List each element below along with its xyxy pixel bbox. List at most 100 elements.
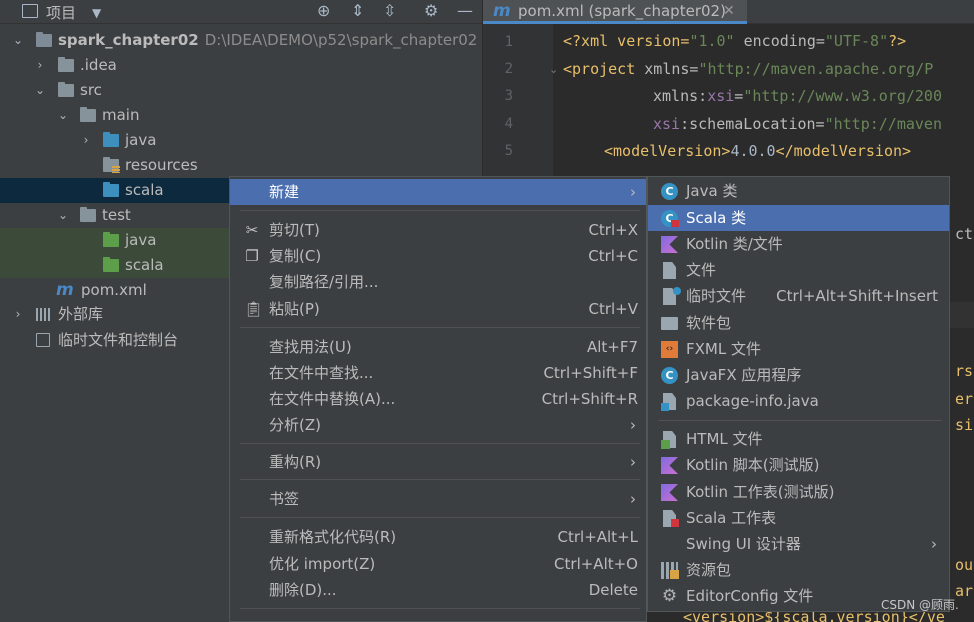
chevron-right-icon[interactable]: › bbox=[11, 302, 25, 327]
menu-item-delete[interactable]: 删除(D)... Delete bbox=[230, 577, 646, 603]
source-folder-icon bbox=[103, 182, 119, 197]
submenu-item-javafx[interactable]: C JavaFX 应用程序 bbox=[648, 362, 949, 388]
tree-item-label: java bbox=[125, 131, 157, 149]
project-view-icon[interactable] bbox=[22, 4, 38, 18]
code-line-4: xsi:schemaLocation="http://maven bbox=[653, 115, 942, 133]
menu-separator bbox=[240, 517, 640, 518]
view-dropdown-icon[interactable]: ▼ bbox=[92, 3, 101, 23]
submenu-item-java-class[interactable]: C Java 类 bbox=[648, 178, 949, 204]
menu-item-replace-in-files[interactable]: 在文件中替换(A)... Ctrl+Shift+R bbox=[230, 386, 646, 412]
menu-item-cut[interactable]: ✂ 剪切(T) Ctrl+X bbox=[230, 217, 646, 243]
maven-icon: m bbox=[493, 1, 511, 21]
tree-item-label: resources bbox=[125, 156, 198, 174]
locate-icon[interactable]: ⊕ bbox=[317, 1, 330, 21]
tree-item-idea[interactable]: › .idea bbox=[0, 53, 482, 78]
submenu-item-resource-bundle[interactable]: 资源包 bbox=[648, 557, 949, 583]
tree-item-project-root[interactable]: ⌄ spark_chapter02 D:\IDEA\DEMO\p52\spark_… bbox=[0, 28, 482, 53]
submenu-item-kotlin-class[interactable]: Kotlin 类/文件 bbox=[648, 231, 949, 257]
tree-item-label: .idea bbox=[80, 56, 117, 74]
project-title[interactable]: 项目 bbox=[46, 2, 76, 23]
menu-item-find-usages[interactable]: 查找用法(U) Alt+F7 bbox=[230, 334, 646, 360]
file-icon bbox=[663, 262, 676, 279]
collapse-all-icon[interactable]: ⇳ bbox=[383, 1, 396, 21]
clipboard-icon: 📋︎ bbox=[244, 300, 264, 318]
gear-icon: ⚙ bbox=[661, 586, 678, 606]
java-class-icon: C bbox=[661, 183, 678, 200]
library-icon bbox=[36, 308, 52, 321]
editor-tab-bar: m pom.xml (spark_chapter02) ✕ bbox=[483, 0, 974, 24]
chevron-right-icon: › bbox=[630, 183, 636, 201]
tree-item-label: spark_chapter02 bbox=[58, 31, 199, 49]
tree-item-test-java[interactable]: java bbox=[0, 228, 229, 253]
tree-item-main-scala[interactable]: scala bbox=[0, 178, 229, 203]
tree-item-label: pom.xml bbox=[81, 281, 147, 299]
tree-item-main[interactable]: ⌄ main bbox=[0, 103, 482, 128]
submenu-item-kotlin-script[interactable]: Kotlin 脚本(测试版) bbox=[648, 452, 949, 478]
code-line-2: <project xmlns="http://maven.apache.org/… bbox=[563, 60, 934, 78]
tree-item-label: 临时文件和控制台 bbox=[58, 331, 179, 349]
submenu-item-package[interactable]: 软件包 bbox=[648, 310, 949, 336]
submenu-item-file[interactable]: 文件 bbox=[648, 257, 949, 283]
chevron-down-icon[interactable]: ⌄ bbox=[33, 78, 47, 103]
javafx-icon: C bbox=[661, 367, 678, 384]
tree-item-main-java[interactable]: › java bbox=[0, 128, 482, 153]
menu-item-reformat[interactable]: 重新格式化代码(R) Ctrl+Alt+L bbox=[230, 524, 646, 550]
code-line-1: <?xml version="1.0" encoding="UTF-8"?> bbox=[563, 32, 907, 50]
kotlin-icon bbox=[661, 236, 678, 253]
submenu-item-scratch-file[interactable]: 临时文件 Ctrl+Alt+Shift+Insert bbox=[648, 283, 949, 309]
tree-item-label: scala bbox=[125, 256, 164, 274]
tree-item-test-scala[interactable]: scala bbox=[0, 253, 229, 278]
close-icon[interactable]: ✕ bbox=[723, 1, 735, 21]
scratches-icon bbox=[36, 333, 50, 347]
folder-icon bbox=[80, 207, 96, 222]
line-number: 2 bbox=[504, 61, 513, 77]
tree-item-src[interactable]: ⌄ src bbox=[0, 78, 482, 103]
menu-item-paste[interactable]: 📋︎ 粘贴(P) Ctrl+V bbox=[230, 296, 646, 322]
submenu-item-swing-designer[interactable]: Swing UI 设计器 › bbox=[648, 531, 949, 557]
submenu-item-fxml[interactable]: ‹› FXML 文件 bbox=[648, 336, 949, 362]
new-submenu: C Java 类 C Scala 类 Kotlin 类/文件 文件 临时文件 C… bbox=[647, 176, 950, 612]
project-path: D:\IDEA\DEMO\p52\spark_chapter02 bbox=[204, 31, 478, 49]
gear-icon[interactable]: ⚙ bbox=[424, 1, 438, 21]
tree-item-label: 外部库 bbox=[58, 305, 104, 323]
submenu-item-html[interactable]: HTML 文件 bbox=[648, 426, 949, 452]
menu-item-analyze[interactable]: 分析(Z) › bbox=[230, 412, 646, 438]
chevron-down-icon[interactable]: ⌄ bbox=[11, 28, 25, 53]
line-number: 3 bbox=[504, 88, 513, 104]
copy-icon: ❐ bbox=[245, 247, 259, 265]
menu-separator bbox=[240, 608, 640, 609]
chevron-right-icon: › bbox=[630, 416, 636, 434]
menu-item-bookmarks[interactable]: 书签 › bbox=[230, 486, 646, 512]
menu-item-copy[interactable]: ❐ 复制(C) Ctrl+C bbox=[230, 243, 646, 269]
tab-pom-xml[interactable]: m pom.xml (spark_chapter02) ✕ bbox=[483, 0, 747, 24]
code-fragment: ct bbox=[955, 225, 974, 243]
submenu-item-scala-worksheet[interactable]: Scala 工作表 bbox=[648, 505, 949, 531]
submenu-item-package-info[interactable]: package-info.java bbox=[648, 388, 949, 414]
test-folder-icon bbox=[103, 232, 119, 247]
menu-item-find-in-files[interactable]: 在文件中查找... Ctrl+Shift+F bbox=[230, 360, 646, 386]
tab-title: pom.xml (spark_chapter02) bbox=[518, 2, 726, 20]
menu-item-new[interactable]: 新建 › bbox=[230, 179, 646, 205]
folder-icon bbox=[58, 57, 74, 72]
tree-item-resources[interactable]: resources bbox=[0, 153, 482, 178]
menu-item-optimize-imports[interactable]: 优化 import(Z) Ctrl+Alt+O bbox=[230, 551, 646, 577]
menu-separator bbox=[240, 443, 640, 444]
chevron-right-icon: › bbox=[630, 453, 636, 471]
code-line-3: xmlns:xsi="http://www.w3.org/200 bbox=[653, 87, 942, 105]
code-fragment: er bbox=[955, 390, 974, 408]
chevron-down-icon[interactable]: ⌄ bbox=[56, 103, 70, 128]
chevron-down-icon[interactable]: ⌄ bbox=[56, 203, 70, 228]
fold-icon[interactable]: ⌄ bbox=[549, 63, 558, 76]
chevron-right-icon[interactable]: › bbox=[79, 128, 93, 153]
expand-all-icon[interactable]: ⇕ bbox=[351, 1, 364, 21]
submenu-item-kotlin-worksheet[interactable]: Kotlin 工作表(测试版) bbox=[648, 479, 949, 505]
menu-item-copy-path[interactable]: 复制路径/引用... bbox=[230, 269, 646, 295]
hide-icon[interactable]: — bbox=[457, 1, 473, 21]
module-folder-icon bbox=[36, 32, 52, 47]
menu-item-refactor[interactable]: 重构(R) › bbox=[230, 449, 646, 475]
kotlin-script-icon bbox=[661, 457, 678, 474]
chevron-right-icon[interactable]: › bbox=[33, 53, 47, 78]
tree-item-label: test bbox=[102, 206, 131, 224]
submenu-item-scala-class[interactable]: C Scala 类 bbox=[648, 205, 949, 231]
tree-item-label: main bbox=[102, 106, 140, 124]
